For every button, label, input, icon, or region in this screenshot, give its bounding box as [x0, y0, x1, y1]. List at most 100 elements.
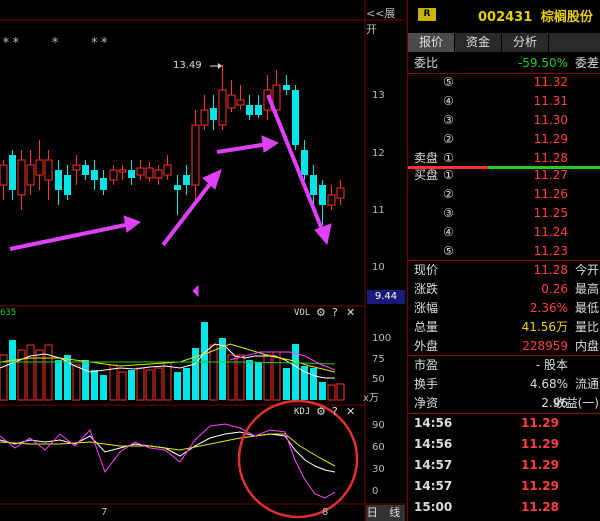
help-icon[interactable]: ?	[332, 306, 338, 319]
candle-body	[154, 169, 163, 179]
tab-quote[interactable]: 报价	[408, 33, 455, 52]
tick-row: 15:00 11.28	[408, 498, 600, 517]
stat-label: 总量	[414, 320, 439, 334]
candle-body	[319, 185, 326, 205]
help-icon[interactable]: ?	[332, 405, 338, 418]
kdj-axis-90: 90	[372, 420, 385, 431]
candle-body	[91, 170, 98, 180]
r-badge[interactable]: R	[418, 8, 436, 21]
kdj-yellow	[0, 433, 336, 467]
tick-time: 14:57	[414, 479, 453, 493]
vol-left-value: 635	[0, 308, 17, 318]
sell-row[interactable]: ② 11.29	[408, 130, 600, 149]
timeframe-button[interactable]: 日 线	[366, 505, 405, 521]
kline-chart-area[interactable]: <<展开 ** * ** 13.49 13 12 11 10 9.44 635 …	[0, 0, 405, 521]
volume-bar	[174, 372, 181, 400]
volume-bar	[145, 369, 154, 401]
buy-row[interactable]: ③ 11.25	[408, 204, 600, 223]
stat-row: 总量 41.56万 量比	[408, 318, 600, 337]
volume-bar	[17, 349, 26, 401]
stat-right-label: 内盘	[574, 339, 599, 353]
signal-stars: ** * **	[2, 36, 111, 51]
volume-bar	[209, 344, 218, 401]
price-axis-10: 10	[372, 262, 385, 273]
kdj-magenta	[0, 423, 336, 499]
level-number: ⑤	[443, 75, 454, 89]
stat-label: 涨跌	[414, 282, 439, 296]
price-axis-13: 13	[372, 90, 385, 101]
volume-bar	[319, 382, 326, 400]
kdj-title: KDJ	[294, 407, 311, 417]
vol-title: VOL	[294, 308, 311, 318]
candle-body	[44, 159, 53, 181]
stock-name: 棕榈股份	[540, 10, 593, 25]
stat-right-label: 今开	[574, 263, 599, 277]
tab-analysis[interactable]: 分析	[502, 33, 549, 52]
buy-price: 11.27	[533, 168, 568, 182]
candle-body	[136, 167, 145, 176]
close-icon[interactable]: ✕	[346, 405, 355, 418]
gear-icon[interactable]: ⚙	[316, 405, 326, 418]
kdj-axis-30: 30	[372, 464, 385, 475]
stat-label: 涨幅	[414, 301, 439, 315]
candle-body	[310, 175, 317, 195]
candle-body	[35, 159, 44, 176]
volume-bar	[246, 360, 253, 400]
volume-bar	[136, 367, 145, 401]
candle-body	[174, 185, 181, 190]
volume-bar	[327, 384, 336, 401]
buy-price: 11.23	[533, 244, 568, 258]
stock-code: 002431	[478, 10, 533, 25]
tick-row: 14:57 11.29	[408, 477, 600, 496]
candle-body	[109, 169, 118, 181]
highlight-circle	[237, 399, 359, 519]
sell-row[interactable]: ③ 11.30	[408, 111, 600, 130]
volume-bar	[109, 364, 118, 401]
tab-fund[interactable]: 资金	[455, 33, 502, 52]
buy-price: 11.25	[533, 206, 568, 220]
level-number: ④	[443, 94, 454, 108]
tick-row: 14:57 11.29	[408, 456, 600, 475]
volume-bar	[118, 371, 127, 401]
volume-bar	[91, 370, 98, 400]
volume-bar	[9, 340, 16, 400]
tick-price: 11.28	[521, 500, 559, 514]
candle-body	[128, 170, 135, 178]
buy-label: 买盘	[414, 168, 439, 182]
close-icon[interactable]: ✕	[346, 306, 355, 319]
buy-row[interactable]: ② 11.26	[408, 185, 600, 204]
level-number: ②	[443, 187, 454, 201]
candle-body	[145, 167, 154, 179]
stat-row: 现价 11.28 今开	[408, 261, 600, 280]
stat-right-label: 量比	[574, 320, 599, 334]
level-number: ③	[443, 206, 454, 220]
candle-body	[55, 170, 62, 190]
buy-row[interactable]: ⑤ 11.23	[408, 242, 600, 261]
stat-label: 现价	[414, 263, 439, 277]
date-label-8: 8	[322, 507, 329, 518]
level-number: ③	[443, 113, 454, 127]
chart-canvas[interactable]	[0, 0, 405, 521]
tick-price: 11.29	[521, 416, 559, 430]
tick-time: 14:56	[414, 416, 453, 430]
sell-row[interactable]: ⑤ 11.32	[408, 73, 600, 92]
buy-row[interactable]: ④ 11.24	[408, 223, 600, 242]
gear-icon[interactable]: ⚙	[316, 306, 326, 319]
stat-label: 外盘	[414, 339, 439, 353]
candle-body	[227, 94, 236, 109]
tick-price: 11.29	[521, 458, 559, 472]
tab-more[interactable]	[549, 33, 600, 52]
volume-bar	[283, 368, 290, 400]
date-axis: 7 8	[0, 505, 365, 521]
tick-row: 14:56 11.29	[408, 414, 600, 433]
stat-row: 市盈 - 股本	[408, 356, 600, 375]
expand-button[interactable]: <<展开	[366, 5, 405, 37]
level-number: ④	[443, 225, 454, 239]
volume-bar	[26, 344, 35, 401]
buy-row[interactable]: 买盘 ① 11.27	[408, 166, 600, 185]
level-number: ②	[443, 132, 454, 146]
weibi-row: 委比 -59.50% 委差	[408, 54, 600, 73]
weibi-label: 委比	[414, 56, 439, 70]
stat-row: 外盘 228959 内盘	[408, 337, 600, 356]
sell-row[interactable]: ④ 11.31	[408, 92, 600, 111]
